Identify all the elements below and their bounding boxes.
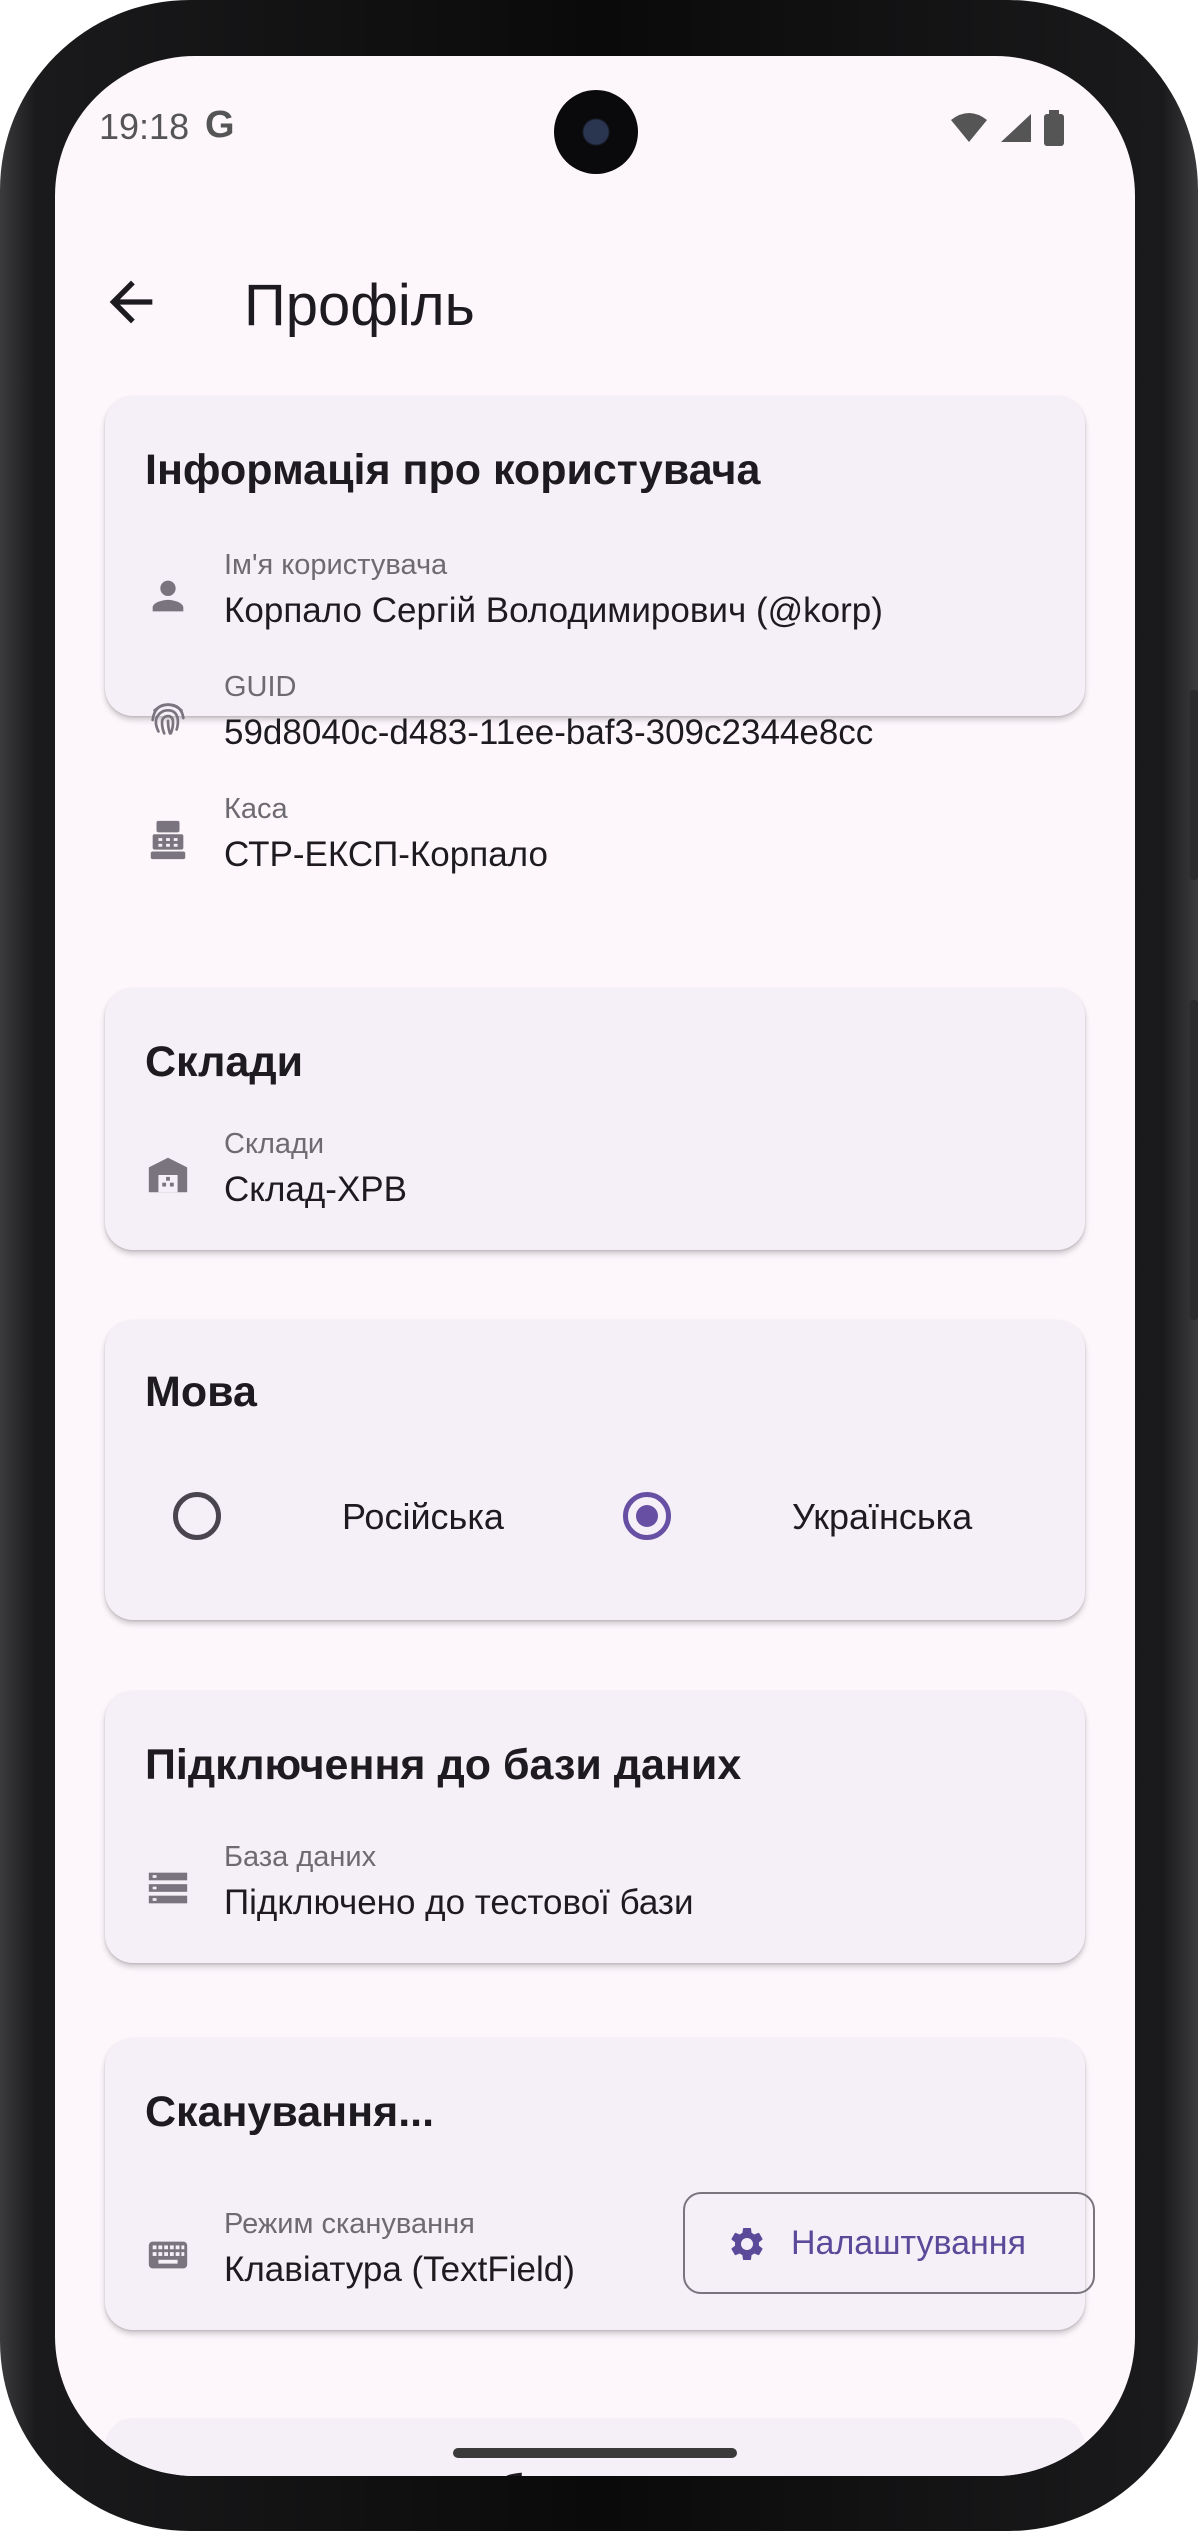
wifi-icon [951,113,987,142]
radio-russian[interactable] [173,1492,221,1540]
language-card: Мова Російська Українська [105,1320,1085,1620]
warehouse-icon [148,1157,188,1193]
user-info-title: Інформація про користувача [145,446,761,494]
guid-label: GUID [224,671,297,703]
scan-mode-label: Режим сканування [224,2208,475,2240]
picking-settings-card: Налаштування обирання [105,2418,1085,2476]
radio-ukrainian-label[interactable]: Українська [792,1496,972,1538]
picking-settings-title: Налаштування обирання [145,2466,678,2476]
device-frame: 19:18 G Профіль Інформація про користува… [0,0,1198,2531]
gear-icon [731,2228,763,2260]
page-title: Профіль [244,273,475,338]
warehouse-row: Склади Склад-ХРВ [145,1128,1045,1228]
fingerprint-icon [151,703,185,735]
warehouse-label: Склади [224,1128,325,1160]
cash-register-icon [150,820,186,860]
guid-row: GUID 59d8040c-d483-11ee-baf3-309c2344e8c… [145,671,1045,771]
database-label: База даних [224,1841,377,1873]
user-name-row: Ім'я користувача Корпало Сергій Володими… [145,549,1045,649]
cash-register-value: СТР-ЕКСП-Корпало [224,835,548,874]
home-indicator[interactable] [453,2448,737,2458]
scan-settings-button[interactable]: Налаштування [683,2192,1095,2294]
warehouse-value: Склад-ХРВ [224,1170,407,1209]
database-row: База даних Підключено до тестової бази [145,1841,1045,1941]
database-value: Підключено до тестової бази [224,1883,694,1922]
user-name-label: Ім'я користувача [224,549,448,581]
cash-register-row: Каса СТР-ЕКСП-Корпало [145,793,1045,893]
user-name-value: Корпало Сергій Володимирович (@korp) [224,591,883,630]
status-icons [949,110,1065,146]
warehouses-title: Склади [145,1038,304,1086]
scanning-card: Сканування... Режим сканування Клавіатур… [105,2038,1095,2330]
keyboard-icon [148,2241,188,2269]
front-camera [554,90,638,174]
scan-mode-row: Режим сканування Клавіатура (TextField) [145,2208,665,2308]
database-title: Підключення до бази даних [145,1741,742,1789]
database-card: Підключення до бази даних База даних Під… [105,1691,1085,1963]
radio-ukrainian[interactable] [623,1492,671,1540]
top-app-bar: Профіль [55,236,1135,356]
google-icon: G [205,104,235,146]
back-arrow-icon[interactable] [99,270,163,334]
language-title: Мова [145,1368,257,1416]
scanning-title: Сканування... [145,2088,435,2136]
person-icon [152,580,184,612]
volume-button [1190,690,1198,880]
cash-register-label: Каса [224,793,288,825]
scan-settings-label: Налаштування [791,2224,1026,2262]
guid-value: 59d8040c-d483-11ee-baf3-309c2344e8cc [224,713,874,752]
user-info-card: Інформація про користувача Ім'я користув… [105,396,1085,874]
radio-russian-label[interactable]: Російська [342,1496,504,1538]
signal-icon [1001,114,1031,142]
warehouses-card: Склади Склади Склад-ХРВ [105,988,1085,1250]
storage-icon [148,1872,188,1904]
app-screen: 19:18 G Профіль Інформація про користува… [55,56,1135,2476]
power-button [1190,1000,1198,1320]
scan-mode-value: Клавіатура (TextField) [224,2250,575,2289]
battery-icon [1044,110,1064,146]
status-time: 19:18 [99,106,190,147]
